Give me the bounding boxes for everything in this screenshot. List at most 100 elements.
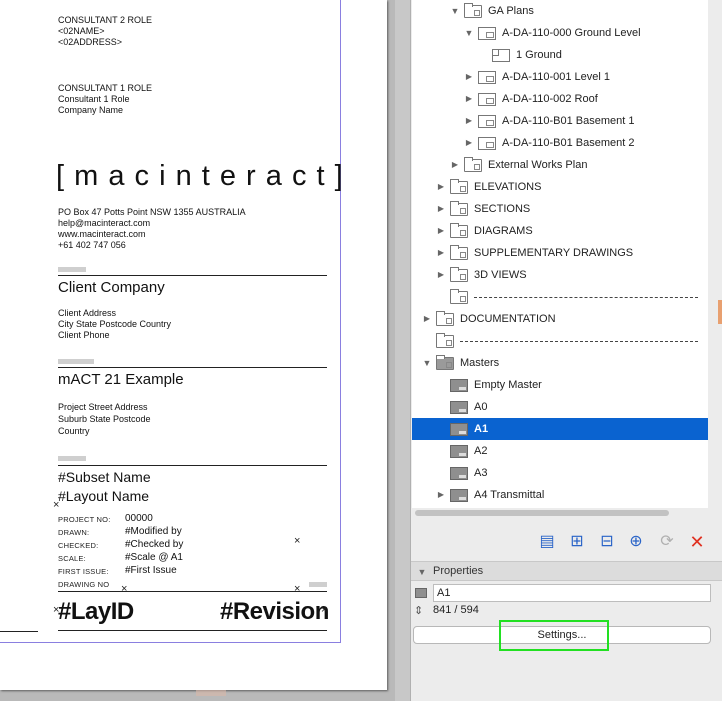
- chevron-right-icon[interactable]: ▶: [436, 264, 446, 286]
- properties-header[interactable]: ▼ Properties: [411, 561, 722, 581]
- layout-canvas[interactable]: CONSULTANT 2 ROLE <02NAME> <02ADDRESS> C…: [0, 0, 395, 701]
- divider: [58, 591, 327, 592]
- folder-icon: [464, 157, 482, 172]
- master-icon: [450, 423, 468, 436]
- tree-row[interactable]: ▼ A-DA-110-000 Ground Level: [412, 22, 708, 44]
- layout-icon: [478, 27, 496, 40]
- layout-icon: [478, 137, 496, 150]
- company-address: PO Box 47 Potts Point NSW 1355 AUSTRALIA: [58, 207, 246, 217]
- field-value: 00000: [125, 513, 153, 524]
- new-folder-button[interactable]: ⊕: [626, 532, 646, 552]
- tree-row[interactable]: ▶ SUPPLEMENTARY DRAWINGS: [412, 242, 708, 264]
- separator-row[interactable]: [412, 330, 708, 352]
- revision: #Revision: [220, 598, 329, 625]
- x-marker: ×: [294, 535, 301, 547]
- tree-row[interactable]: ▶ 3D VIEWS: [412, 264, 708, 286]
- tree-row[interactable]: Empty Master: [412, 374, 708, 396]
- layout-name: #Layout Name: [58, 488, 150, 504]
- chevron-right-icon[interactable]: ▶: [450, 154, 460, 176]
- new-subset-button[interactable]: ⊞: [567, 532, 587, 552]
- tree-row-label: ELEVATIONS: [474, 181, 542, 193]
- project-suburb: Suburb State Postcode: [58, 414, 151, 424]
- master-icon: [450, 379, 468, 392]
- size-value: 841 / 594: [433, 604, 479, 616]
- chevron-right-icon[interactable]: ▶: [436, 484, 446, 506]
- x-marker: ×: [53, 499, 60, 511]
- field-value: #Modified by: [125, 526, 182, 537]
- folder-icon: [450, 267, 468, 282]
- field-value: #Checked by: [125, 539, 184, 550]
- properties-title: Properties: [433, 565, 484, 577]
- tree-row[interactable]: ▶ DOCUMENTATION: [412, 308, 708, 330]
- tree-row-label: A4 Transmittal: [474, 489, 545, 501]
- horizontal-scrollbar[interactable]: [415, 510, 669, 516]
- tree-row[interactable]: A2: [412, 440, 708, 462]
- tree-row-label: A3: [474, 467, 488, 479]
- tree-row[interactable]: ▶ A4 Transmittal: [412, 484, 708, 506]
- new-layout-button[interactable]: ▤: [537, 532, 557, 552]
- lay-id: #LayID: [58, 598, 134, 625]
- tree-row-label: GA Plans: [488, 5, 534, 17]
- project-title: mACT 21 Example: [58, 371, 184, 388]
- navigator-panel: ▼ GA Plans ▼ A-DA-110-000 Ground Level 1 Gro…: [410, 0, 722, 701]
- chevron-down-icon[interactable]: ▼: [450, 0, 460, 22]
- new-master-button[interactable]: ⊟: [597, 532, 617, 552]
- view-icon: [492, 49, 510, 62]
- divider: [58, 367, 327, 368]
- tree-row[interactable]: ▶ A-DA-110-B01 Basement 1: [412, 110, 708, 132]
- chevron-down-icon[interactable]: ▼: [464, 22, 474, 44]
- field-label: DRAWN:: [58, 528, 90, 537]
- tree-row[interactable]: 1 Ground: [412, 44, 708, 66]
- tree-row-label: A0: [474, 401, 488, 413]
- chevron-right-icon[interactable]: ▶: [422, 308, 432, 330]
- tree-row[interactable]: ▶ A-DA-110-002 Roof: [412, 88, 708, 110]
- folder-icon: [436, 333, 454, 348]
- separator-row[interactable]: [412, 286, 708, 308]
- name-field[interactable]: A1: [433, 584, 711, 602]
- client-city: City State Postcode Country: [58, 319, 172, 329]
- company-phone: +61 402 747 056: [58, 240, 126, 250]
- grey-bar: [309, 582, 327, 587]
- chevron-right-icon[interactable]: ▶: [436, 176, 446, 198]
- chevron-right-icon[interactable]: ▶: [436, 220, 446, 242]
- chevron-right-icon[interactable]: ▶: [464, 110, 474, 132]
- tree-row[interactable]: ▶ A-DA-110-B01 Basement 2: [412, 132, 708, 154]
- tree-row-label: SUPPLEMENTARY DRAWINGS: [474, 247, 634, 259]
- field-label: FIRST ISSUE:: [58, 567, 109, 576]
- separator-line: [474, 297, 698, 298]
- consultant2-address: <02ADDRESS>: [58, 37, 123, 47]
- tree-row[interactable]: ▶ SECTIONS: [412, 198, 708, 220]
- chevron-down-icon[interactable]: ▼: [422, 352, 432, 374]
- tree-row[interactable]: ▶ A-DA-110-001 Level 1: [412, 66, 708, 88]
- tree-row[interactable]: ▶ ELEVATIONS: [412, 176, 708, 198]
- update-button[interactable]: ⟳: [657, 532, 677, 552]
- edge-tab: [718, 300, 722, 324]
- chevron-right-icon[interactable]: ▶: [436, 242, 446, 264]
- master-icon: [450, 489, 468, 502]
- consultant1-role: CONSULTANT 1 ROLE: [58, 83, 153, 93]
- layout-sheet: CONSULTANT 2 ROLE <02NAME> <02ADDRESS> C…: [0, 0, 387, 690]
- new-layout-icon: ▤: [539, 533, 555, 550]
- tree-row[interactable]: A0: [412, 396, 708, 418]
- chevron-right-icon[interactable]: ▶: [464, 88, 474, 110]
- tree-row[interactable]: ▶ DIAGRAMS: [412, 220, 708, 242]
- field-label: SCALE:: [58, 554, 86, 563]
- project-country: Country: [58, 426, 90, 436]
- navigator-toolbar: ▤ ⊞ ⊟ ⊕ ⟳ ✕: [411, 526, 722, 556]
- tree-row[interactable]: A3: [412, 462, 708, 484]
- tree-row[interactable]: ▼ GA Plans: [412, 0, 708, 22]
- master-icon: [450, 401, 468, 414]
- tree-row-label: Empty Master: [474, 379, 542, 391]
- tree-row[interactable]: A1: [412, 418, 708, 440]
- company-email: help@macinteract.com: [58, 218, 151, 228]
- layout-book-tree[interactable]: ▼ GA Plans ▼ A-DA-110-000 Ground Level 1 Gro…: [412, 0, 708, 508]
- tree-row[interactable]: ▼ Masters: [412, 352, 708, 374]
- delete-button[interactable]: ✕: [687, 532, 707, 552]
- tree-row-label: 3D VIEWS: [474, 269, 527, 281]
- tree-row[interactable]: ▶ External Works Plan: [412, 154, 708, 176]
- chevron-right-icon[interactable]: ▶: [464, 66, 474, 88]
- divider: [58, 630, 327, 631]
- chevron-right-icon[interactable]: ▶: [464, 132, 474, 154]
- grey-bar: [58, 267, 86, 272]
- chevron-right-icon[interactable]: ▶: [436, 198, 446, 220]
